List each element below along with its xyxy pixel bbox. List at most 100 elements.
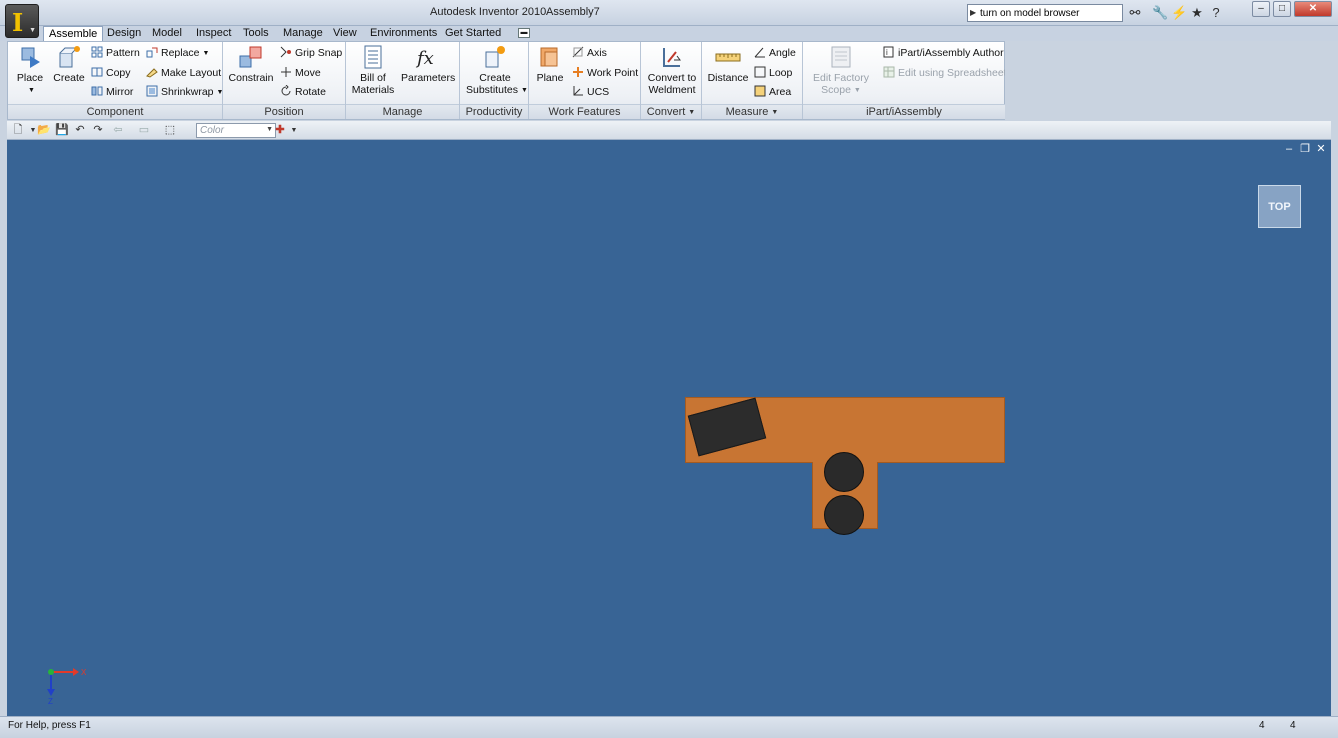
tab-environments[interactable]: Environments (365, 26, 442, 41)
chevron-down-icon[interactable]: ▼ (287, 124, 301, 137)
panel-work-features: Plane Axis Work Point UCS Work Features (529, 42, 641, 119)
svg-text:fx: fx (415, 48, 434, 69)
edit-spreadsheet-button[interactable]: Edit using Spreadsheet (883, 66, 1007, 81)
ucs-label: UCS (587, 86, 610, 98)
tab-get-started[interactable]: Get Started (440, 26, 506, 41)
select-mode-icon[interactable]: ⬚ (163, 124, 177, 137)
title-bar: I ▼ Autodesk Inventor 2010 Assembly7 ▶ ⚯… (0, 0, 1338, 38)
help-search-box[interactable]: ▶ (967, 4, 1123, 22)
open-folder-icon[interactable]: 📂 (37, 124, 51, 137)
panel-title-measure[interactable]: Measure ▼ (702, 104, 802, 119)
mirror-button[interactable]: Mirror (91, 85, 133, 100)
panel-title-convert[interactable]: Convert ▼ (641, 104, 701, 119)
tab-tools[interactable]: Tools (238, 26, 274, 41)
make-layout-icon (146, 68, 158, 78)
loop-button[interactable]: Loop (754, 66, 792, 81)
viewcube[interactable]: TOP (1258, 185, 1301, 228)
minimize-ribbon-icon[interactable]: ▬ (518, 28, 530, 38)
chevron-down-icon: ▼ (520, 87, 528, 94)
ucs-button[interactable]: UCS (572, 85, 609, 100)
panel-convert: Convert to Weldment Convert ▼ (641, 42, 702, 119)
edit-factory-scope-icon (831, 46, 851, 68)
distance-button[interactable]: Distance (705, 44, 751, 84)
tab-model[interactable]: Model (147, 26, 187, 41)
return-icon[interactable]: ⇦ (111, 124, 125, 137)
ucs-icon (573, 86, 583, 96)
copy-button[interactable]: Copy (91, 66, 131, 81)
move-button[interactable]: Move (280, 66, 321, 81)
constrain-button[interactable]: Constrain (227, 44, 275, 84)
color-dropdown[interactable]: Color ▼ (196, 123, 276, 138)
chevron-down-icon: ▼ (266, 126, 273, 133)
cylinder-component-top[interactable] (824, 452, 864, 492)
edit-factory-label-1: Edit Factory (812, 72, 870, 84)
area-button[interactable]: Area (754, 85, 791, 100)
plane-button[interactable]: Plane (533, 44, 567, 84)
save-icon[interactable]: 💾 (55, 124, 69, 137)
create-substitutes-label-1: Create (479, 72, 511, 84)
ipart-author-label: iPart/iAssembly Author (898, 47, 1004, 59)
tab-view[interactable]: View (328, 26, 362, 41)
chevron-down-icon: ▼ (202, 50, 210, 57)
status-count-2: 4 (1290, 720, 1296, 731)
minimize-button[interactable]: – (1252, 1, 1270, 17)
tab-assemble[interactable]: Assemble (43, 26, 104, 41)
new-file-icon[interactable]: 🗋 (11, 124, 25, 137)
bill-of-materials-icon (364, 45, 382, 69)
subscription-icon[interactable]: ⚡ (1171, 5, 1187, 21)
viewport-minimize-icon[interactable]: – (1283, 143, 1295, 155)
edit-factory-scope-button[interactable]: Edit Factory Scope ▼ (809, 44, 873, 97)
search-input[interactable] (980, 6, 1120, 20)
redo-icon[interactable]: ↷ (91, 124, 105, 137)
rotate-button[interactable]: Rotate (280, 85, 326, 100)
graphics-viewport[interactable]: – ❐ ✕ TOP X Z (7, 140, 1331, 716)
chevron-down-icon: ▼ (28, 87, 35, 94)
mirror-icon (91, 86, 103, 96)
angle-label: Angle (769, 47, 796, 59)
create-button[interactable]: Create (51, 44, 87, 84)
tab-inspect[interactable]: Inspect (191, 26, 236, 41)
application-menu-button[interactable]: I ▼ (5, 4, 39, 38)
triad-x-label: X (81, 668, 87, 677)
viewport-restore-icon[interactable]: ❐ (1299, 143, 1311, 155)
panel-title-component: Component (8, 104, 222, 119)
adjust-icon[interactable]: ✚ (273, 124, 287, 137)
grip-snap-button[interactable]: Grip Snap (280, 46, 342, 61)
undo-icon[interactable]: ↶ (73, 124, 87, 137)
create-substitutes-button[interactable]: Create Substitutes ▼ (466, 44, 528, 97)
bill-of-materials-button[interactable]: Bill of Materials (348, 44, 398, 96)
close-button[interactable]: ✕ (1294, 1, 1332, 17)
shrinkwrap-button[interactable]: Shrinkwrap ▼ (146, 85, 223, 100)
parameters-button[interactable]: fx Parameters (401, 44, 455, 84)
axis-button[interactable]: Axis (572, 46, 607, 61)
work-point-icon (573, 67, 583, 77)
rotate-label: Rotate (295, 86, 326, 98)
convert-to-weldment-button[interactable]: Convert to Weldment (644, 44, 700, 96)
help-icon[interactable]: ? (1208, 5, 1224, 21)
favorites-star-icon[interactable]: ★ (1189, 5, 1205, 21)
viewport-close-icon[interactable]: ✕ (1315, 143, 1327, 155)
replace-button[interactable]: Replace ▼ (146, 46, 209, 61)
angle-button[interactable]: Angle (754, 46, 796, 61)
ribbon-empty-area (1005, 41, 1331, 120)
ipart-author-button[interactable]: i iPart/iAssembly Author (883, 46, 1004, 61)
tab-manage[interactable]: Manage (278, 26, 328, 41)
constrain-icon (239, 46, 262, 68)
cylinder-component-bottom[interactable] (824, 495, 864, 535)
tab-design[interactable]: Design (102, 26, 146, 41)
wrench-icon[interactable]: 🔧 (1152, 5, 1168, 21)
project-icon[interactable]: ▭ (137, 124, 151, 137)
pattern-button[interactable]: Pattern (91, 46, 140, 61)
status-count-1: 4 (1259, 720, 1265, 731)
binoculars-icon[interactable]: ⚯ (1127, 5, 1143, 21)
work-point-button[interactable]: Work Point (572, 66, 638, 81)
chevron-down-icon: ▼ (771, 109, 779, 116)
grip-snap-icon (280, 46, 291, 58)
triad-z-label: Z (48, 697, 53, 705)
color-placeholder: Color (200, 125, 224, 136)
make-layout-button[interactable]: Make Layout (146, 66, 221, 81)
panel-manage: Bill of Materials fx Parameters Manage (346, 42, 460, 119)
area-icon (754, 85, 766, 97)
maximize-button[interactable]: □ (1273, 1, 1291, 17)
place-button[interactable]: Place ▼ (12, 44, 48, 97)
